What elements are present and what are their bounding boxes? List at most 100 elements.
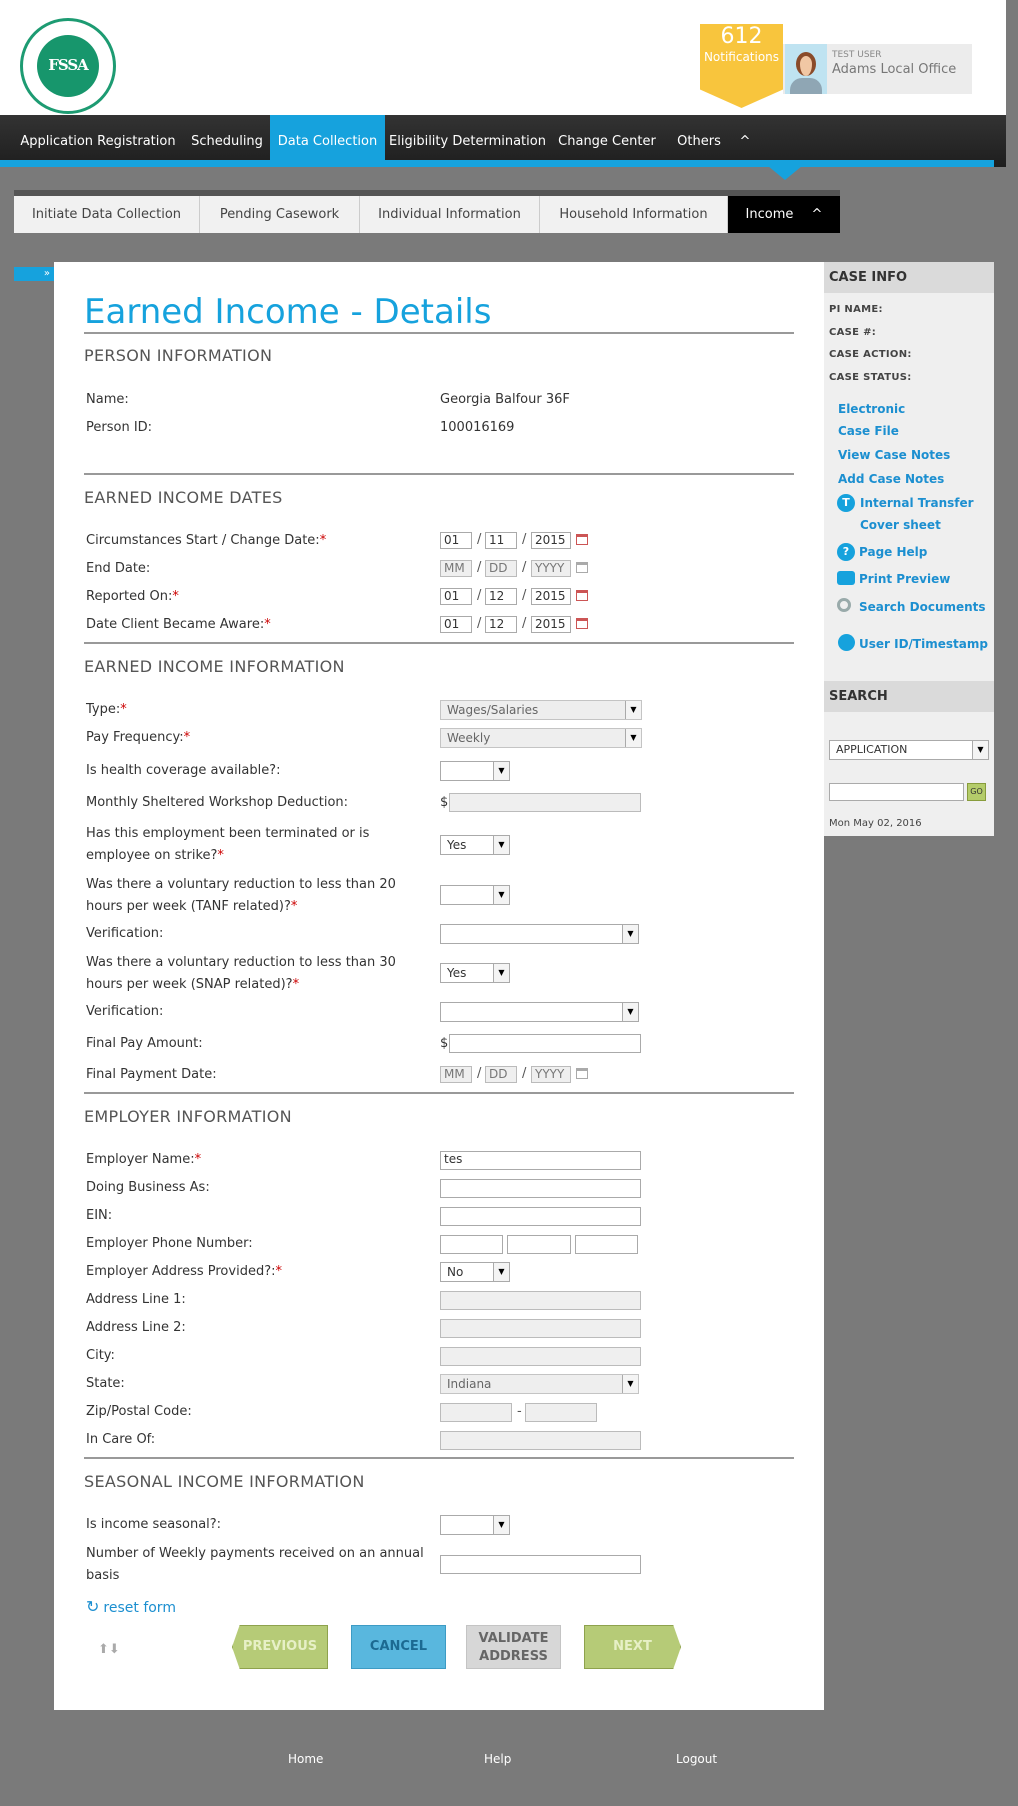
- end-date-year[interactable]: YYYY: [531, 560, 571, 577]
- nav-collapse-icon[interactable]: ^: [734, 115, 756, 161]
- end-date-day[interactable]: DD: [485, 560, 517, 577]
- pay-frequency-label: Pay Frequency:*: [86, 730, 191, 745]
- calendar-icon[interactable]: [576, 562, 588, 573]
- snap-reduction-value: Yes: [447, 966, 467, 980]
- subnav-pending-casework[interactable]: Pending Casework: [200, 196, 360, 233]
- workshop-deduction-input[interactable]: [449, 793, 641, 812]
- reorder-arrows-icon[interactable]: ⬆⬇: [98, 1642, 120, 1657]
- reported-year[interactable]: 2015: [531, 588, 571, 605]
- final-date-day[interactable]: DD: [485, 1066, 517, 1083]
- start-date-day[interactable]: 11: [485, 532, 517, 549]
- reported-day[interactable]: 12: [485, 588, 517, 605]
- subnav-initiate-data-collection[interactable]: Initiate Data Collection: [14, 196, 200, 233]
- go-button[interactable]: GO: [967, 783, 986, 801]
- footer-home-link[interactable]: Home: [288, 1752, 323, 1766]
- search-type-select[interactable]: APPLICATION ▼: [829, 740, 989, 760]
- phone-prefix[interactable]: [507, 1235, 571, 1254]
- health-coverage-select[interactable]: ▼: [440, 761, 510, 781]
- calendar-icon[interactable]: [576, 590, 588, 601]
- weekly-payments-input[interactable]: [440, 1555, 641, 1574]
- final-pay-amount-input[interactable]: [449, 1034, 641, 1053]
- dollar-sign: $: [440, 1036, 449, 1051]
- cover-sheet-link[interactable]: Cover sheet: [860, 518, 941, 532]
- name-label: Name:: [86, 392, 129, 407]
- reported-month[interactable]: 01: [440, 588, 472, 605]
- user-office: Adams Local Office: [832, 62, 957, 77]
- aware-day[interactable]: 12: [485, 616, 517, 633]
- state-select[interactable]: Indiana ▼: [440, 1374, 639, 1394]
- address-provided-select[interactable]: No ▼: [440, 1262, 510, 1282]
- validate-address-button[interactable]: VALIDATE ADDRESS: [466, 1625, 561, 1669]
- user-id-timestamp-link[interactable]: User ID/Timestamp: [859, 637, 988, 651]
- end-date-month[interactable]: MM: [440, 560, 472, 577]
- calendar-icon[interactable]: [576, 534, 588, 545]
- start-date-year[interactable]: 2015: [531, 532, 571, 549]
- seasonal-info-heading: SEASONAL INCOME INFORMATION: [84, 1472, 365, 1491]
- type-label: Type:*: [86, 702, 127, 717]
- subnav-income[interactable]: Income ^: [728, 196, 840, 233]
- pay-frequency-select[interactable]: Weekly ▼: [440, 728, 642, 748]
- verification-select-2[interactable]: ▼: [440, 1002, 639, 1022]
- ein-input[interactable]: [440, 1207, 641, 1226]
- nav-application-registration[interactable]: Application Registration: [12, 115, 184, 161]
- final-date-month[interactable]: MM: [440, 1066, 472, 1083]
- address-line-2-input[interactable]: [440, 1319, 641, 1338]
- add-case-notes-link[interactable]: Add Case Notes: [838, 472, 944, 486]
- case-file-link[interactable]: Case File: [838, 424, 899, 438]
- zip-dash: -: [517, 1404, 522, 1419]
- reset-form-label: reset form: [103, 1600, 176, 1616]
- start-date-month[interactable]: 01: [440, 532, 472, 549]
- dba-input[interactable]: [440, 1179, 641, 1198]
- view-case-notes-link[interactable]: View Case Notes: [838, 448, 950, 462]
- aware-month[interactable]: 01: [440, 616, 472, 633]
- type-select[interactable]: Wages/Salaries ▼: [440, 700, 642, 720]
- calendar-icon[interactable]: [576, 618, 588, 629]
- footer-logout-link[interactable]: Logout: [676, 1752, 717, 1766]
- print-preview-link[interactable]: Print Preview: [859, 572, 950, 586]
- divider: [84, 1092, 794, 1094]
- calendar-icon[interactable]: [576, 1068, 588, 1079]
- nav-scheduling[interactable]: Scheduling: [184, 115, 270, 161]
- chevron-down-icon: ▼: [493, 886, 509, 904]
- cancel-button[interactable]: CANCEL: [351, 1625, 446, 1669]
- date-separator: /: [522, 532, 527, 547]
- aware-year[interactable]: 2015: [531, 616, 571, 633]
- final-date-year[interactable]: YYYY: [531, 1066, 571, 1083]
- snap-reduction-select[interactable]: Yes ▼: [440, 963, 510, 983]
- phone-line[interactable]: [575, 1235, 638, 1254]
- city-input[interactable]: [440, 1347, 641, 1366]
- nav-change-center[interactable]: Change Center: [551, 115, 663, 161]
- next-button[interactable]: NEXT: [584, 1625, 681, 1669]
- address-provided-label: Employer Address Provided?:*: [86, 1264, 282, 1279]
- employer-name-input[interactable]: tes: [440, 1151, 641, 1170]
- chevron-down-icon: ▼: [493, 964, 509, 982]
- phone-area-code[interactable]: [440, 1235, 503, 1254]
- in-care-of-input[interactable]: [440, 1431, 641, 1450]
- subnav-household-information[interactable]: Household Information: [540, 196, 728, 233]
- date-separator: /: [522, 588, 527, 603]
- verification-select[interactable]: ▼: [440, 924, 639, 944]
- electronic-link[interactable]: Electronic: [838, 402, 905, 416]
- reset-form-link[interactable]: ↻ reset form: [86, 1597, 176, 1616]
- subnav-individual-information[interactable]: Individual Information: [360, 196, 540, 233]
- search-documents-link[interactable]: Search Documents: [859, 600, 986, 614]
- date-separator: /: [477, 1066, 482, 1081]
- tanf-reduction-label: Was there a voluntary reduction to less …: [86, 877, 396, 914]
- zip-input[interactable]: [440, 1403, 512, 1422]
- tanf-reduction-select[interactable]: ▼: [440, 885, 510, 905]
- nav-others[interactable]: Others: [664, 115, 734, 161]
- internal-transfer-link[interactable]: Internal Transfer: [860, 496, 974, 510]
- nav-eligibility-determination[interactable]: Eligibility Determination: [385, 115, 550, 161]
- previous-button[interactable]: PREVIOUS: [232, 1625, 328, 1669]
- nav-data-collection[interactable]: Data Collection: [270, 115, 385, 161]
- seasonal-select[interactable]: ▼: [440, 1515, 510, 1535]
- page-help-link[interactable]: Page Help: [859, 545, 927, 559]
- zip-extension-input[interactable]: [525, 1403, 597, 1422]
- panel-toggle-icon[interactable]: »: [14, 267, 54, 281]
- chevron-down-icon: ▼: [622, 1375, 638, 1393]
- address-line-1-input[interactable]: [440, 1291, 641, 1310]
- terminated-select[interactable]: Yes ▼: [440, 835, 510, 855]
- search-icon: [837, 598, 851, 612]
- footer-help-link[interactable]: Help: [484, 1752, 511, 1766]
- search-input[interactable]: [829, 783, 964, 801]
